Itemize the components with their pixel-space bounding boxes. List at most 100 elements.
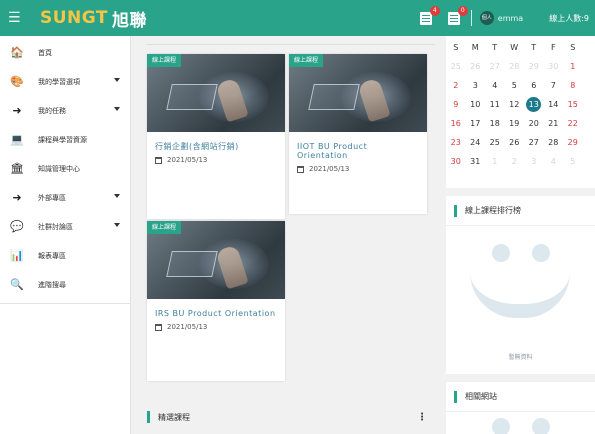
sidebar-item[interactable]: 📊 報表專區 [0,241,130,270]
logo-latin: SUNGT [40,8,109,28]
calendar-day[interactable]: 25 [446,62,466,71]
calendar-day-number: 6 [531,81,537,90]
course-card[interactable]: 線上課程 行銷企劃(含網站行銷) 2021/05/13 [147,54,285,219]
sidebar-item[interactable]: 💬 社群討論區 [0,212,130,241]
calendar-day[interactable]: 6 [524,81,544,90]
course-title[interactable]: IRS BU Product Orientation [147,309,285,318]
calendar-day[interactable]: 22 [563,119,583,128]
sidebar-item[interactable]: ➜ 我的任務 [0,96,130,125]
calendar-day-number: 17 [470,119,481,128]
calendar-day[interactable]: 26 [466,62,486,71]
notification-badge: 4 [429,6,440,16]
calendar-icon [155,323,162,331]
section-title: 精選課程 [158,412,190,422]
calendar-day[interactable]: 27 [524,138,544,147]
calendar-day[interactable]: 29 [563,138,583,147]
calendar-day-number: 29 [528,62,539,71]
calendar-weekday-row: SMTWTFS [446,38,595,57]
top-right-tools: 4 0 個人 emma 線上人數:9 [411,0,589,36]
calendar-day[interactable]: 29 [524,62,544,71]
caret-down-icon [114,107,120,111]
calendar-day-number: 24 [470,138,481,147]
calendar-day[interactable]: 2 [505,157,525,166]
calendar-day-number: 26 [470,62,481,71]
calendar-day[interactable]: 1 [563,62,583,71]
calendar-day[interactable]: 27 [485,62,505,71]
calendar-day[interactable]: 2 [446,81,466,90]
calendar-day[interactable]: 31 [466,157,486,166]
avatar[interactable]: 個人 [479,11,494,25]
calendar-day[interactable]: 25 [485,138,505,147]
calendar-day[interactable]: 19 [505,119,525,128]
calendar-day[interactable]: 16 [446,119,466,128]
calendar-day[interactable]: 30 [446,157,466,166]
username[interactable]: emma [498,14,523,23]
calendar-day-number: 15 [567,100,578,109]
sidebar-item-label: 社群討論區 [38,222,73,231]
empty-state-text: 暫無資料 [508,354,533,361]
section-accent-bar [454,204,457,217]
calendar-day[interactable]: 15 [563,100,583,109]
calendar-day-number: 14 [548,100,559,109]
sidebar-item-label: 報表專區 [38,251,66,260]
calendar-weekday: F [550,43,556,52]
calendar-day[interactable]: 1 [485,157,505,166]
messages-icon[interactable]: 0 [447,6,468,26]
sidebar-item[interactable]: 🏛 知識管理中心 [0,154,130,183]
hamburger-menu-icon[interactable]: ☰ [8,10,30,26]
calendar-day[interactable]: 11 [485,100,505,109]
calendar-day[interactable]: 28 [544,138,564,147]
course-card[interactable]: 線上課程 IRS BU Product Orientation 2021/05/… [147,221,285,381]
course-title[interactable]: IIOT BU Product Orientation [289,142,427,160]
sidebar-item[interactable]: ➜ 外部專區 [0,183,130,212]
calendar-day[interactable]: 23 [446,138,466,147]
calendar-day[interactable]: 14 [544,100,564,109]
calendar-day[interactable]: 4 [544,157,564,166]
calendar-day[interactable]: 4 [485,81,505,90]
caret-down-icon [114,194,120,198]
calendar-day[interactable]: 3 [466,81,486,90]
calendar-day-today[interactable]: 13 [524,97,544,112]
calendar-day[interactable]: 20 [524,119,544,128]
calendar-day[interactable]: 8 [563,81,583,90]
calendar-day[interactable]: 3 [524,157,544,166]
calendar-day-number: 7 [550,81,556,90]
calendar-day[interactable]: 5 [563,157,583,166]
calendar-weekday: S [453,43,459,52]
calendar-day-number: 27 [528,138,539,147]
calendar-day[interactable]: 28 [505,62,525,71]
related-sites-header: 相關網站 [446,382,595,412]
course-thumbnail: 線上課程 [147,221,285,299]
calendar-day-number: 22 [567,119,578,128]
calendar-day[interactable]: 5 [505,81,525,90]
calendar-day-number: 13 [526,97,542,112]
calendar-day[interactable]: 30 [544,62,564,71]
course-title[interactable]: 行銷企劃(含網站行銷) [147,142,285,151]
more-options-icon[interactable]: ⋮ [417,412,427,423]
course-thumbnail: 線上課程 [289,54,427,132]
calendar-weekday: W [510,43,519,52]
calendar-day-number: 20 [528,119,539,128]
calendar-day[interactable]: 12 [505,100,525,109]
notifications-icon[interactable]: 4 [419,6,440,26]
calendar-day[interactable]: 24 [466,138,486,147]
sidebar-item[interactable]: 🔍 進階搜尋 [0,270,130,299]
calendar-day[interactable]: 26 [505,138,525,147]
calendar-day[interactable]: 18 [485,119,505,128]
ranking-title: 線上課程排行榜 [465,206,521,215]
sidebar-item-label: 我的任務 [38,106,66,115]
calendar-week-row: 25 26 27 28 29 30 1 [446,57,595,76]
calendar-day[interactable]: 10 [466,100,486,109]
sidebar-item[interactable]: 💻 課程與學習資源 [0,125,130,154]
calendar-day[interactable]: 21 [544,119,564,128]
calendar-day-number: 29 [567,138,578,147]
logo[interactable]: SUNGT 旭聯 [40,6,147,31]
sidebar-item[interactable]: 🎨 我的學習選項 [0,67,130,96]
calendar-day[interactable]: 7 [544,81,564,90]
calendar-day-number: 3 [472,81,478,90]
message-badge: 0 [457,6,468,16]
calendar-day[interactable]: 9 [446,100,466,109]
course-card[interactable]: 線上課程 IIOT BU Product Orientation 2021/05… [289,54,427,214]
sidebar-item[interactable]: 🏠 首頁 [0,38,130,67]
calendar-day[interactable]: 17 [466,119,486,128]
